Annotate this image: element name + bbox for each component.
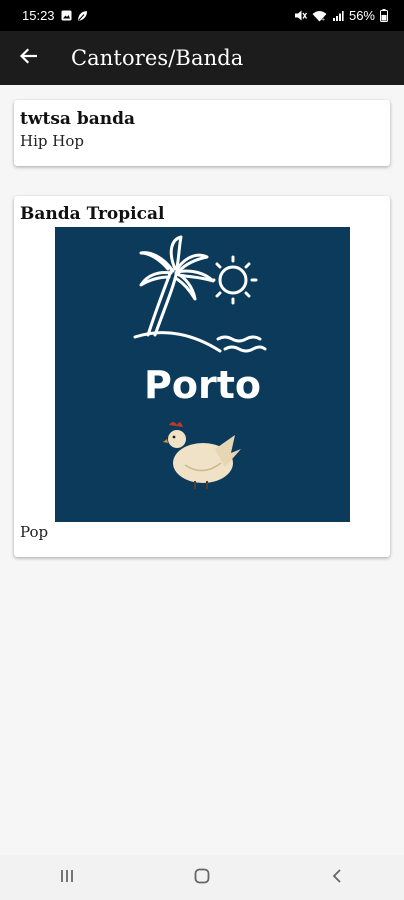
nav-back-button[interactable] — [307, 858, 367, 898]
svg-text:+: + — [321, 17, 325, 22]
system-nav-bar — [0, 855, 404, 900]
back-icon — [332, 868, 342, 888]
status-bar: 15:23 + 56% — [0, 0, 404, 31]
band-name: twtsa banda — [20, 109, 136, 129]
band-name: Banda Tropical — [20, 204, 165, 224]
band-genre: Pop — [20, 523, 49, 541]
home-icon — [194, 868, 210, 888]
gallery-icon — [61, 10, 72, 21]
band-card[interactable]: twtsa banda Hip Hop — [14, 100, 390, 166]
arrow-back-icon — [19, 48, 38, 68]
recents-icon — [59, 868, 75, 887]
band-image: Porto — [55, 227, 350, 522]
signal-icon — [332, 10, 344, 22]
status-time: 15:23 — [22, 8, 55, 23]
back-button[interactable] — [0, 31, 56, 85]
page-title: Cantores/Banda — [71, 46, 244, 70]
leaf-icon — [76, 10, 88, 22]
battery-icon — [380, 9, 388, 22]
home-button[interactable] — [172, 858, 232, 898]
recents-button[interactable] — [37, 858, 97, 898]
battery-percent: 56% — [348, 8, 375, 23]
band-card[interactable]: Banda Tropical Porto Pop — [14, 196, 390, 557]
wifi-icon: + — [312, 10, 327, 22]
chicken-illustration — [163, 422, 241, 489]
mute-icon — [294, 9, 307, 22]
band-genre: Hip Hop — [20, 132, 84, 150]
app-bar: Cantores/Banda — [0, 31, 404, 85]
